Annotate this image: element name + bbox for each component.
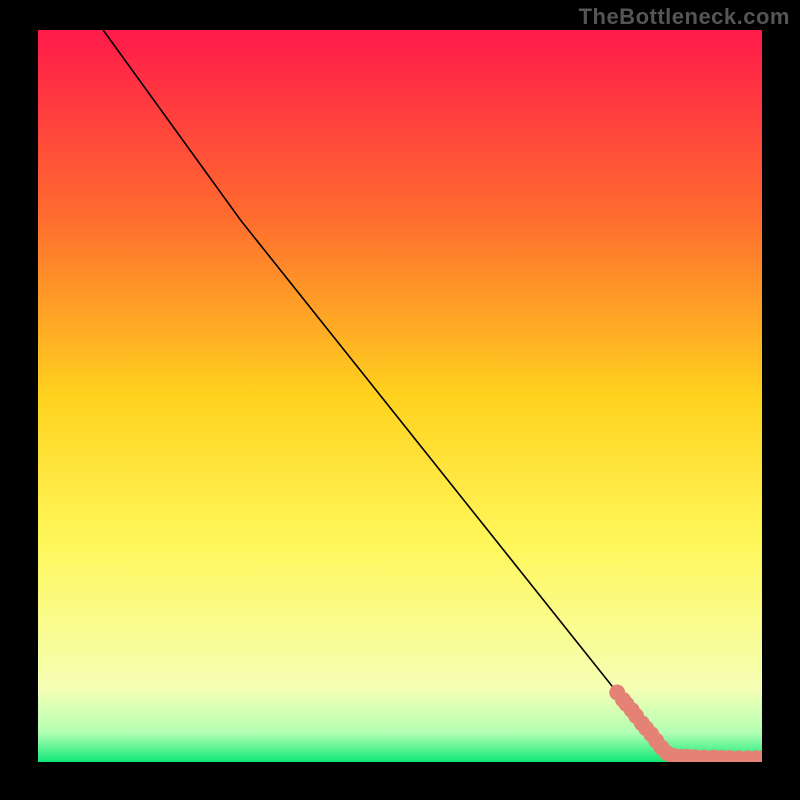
watermark-label: TheBottleneck.com <box>579 4 790 30</box>
chart-container: TheBottleneck.com <box>0 0 800 800</box>
chart-svg <box>38 30 762 762</box>
gradient-background <box>38 30 762 762</box>
plot-area <box>38 30 762 762</box>
